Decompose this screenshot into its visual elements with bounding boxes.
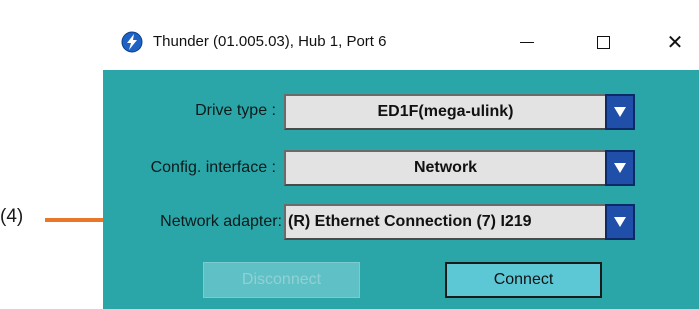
- maximize-button[interactable]: [581, 24, 625, 60]
- annotation-label: (4): [0, 206, 24, 227]
- screenshot-stage: (4) Thunder (01.005.03), Hub 1, Port 6 ✕: [0, 0, 699, 309]
- config-interface-value: Network: [413, 159, 478, 176]
- connect-button[interactable]: Connect: [445, 262, 602, 298]
- title-bar[interactable]: Thunder (01.005.03), Hub 1, Port 6 ✕: [103, 14, 699, 70]
- drive-type-label: Drive type :: [195, 102, 276, 119]
- network-adapter-value: (R) Ethernet Connection (7) I219: [288, 213, 532, 230]
- network-adapter-label: Network adapter:: [160, 213, 282, 230]
- close-icon: ✕: [666, 30, 684, 54]
- minimize-icon: [520, 41, 534, 43]
- minimize-button[interactable]: [505, 24, 549, 60]
- window-title: Thunder (01.005.03), Hub 1, Port 6: [153, 33, 387, 50]
- network-adapter-dropdown[interactable]: (R) Ethernet Connection (7) I219: [284, 204, 635, 240]
- thunder-window: Thunder (01.005.03), Hub 1, Port 6 ✕ Dri…: [103, 14, 699, 309]
- drive-type-dropdown[interactable]: ED1F(mega-ulink): [284, 94, 635, 130]
- dropdown-arrow-button[interactable]: [605, 204, 635, 240]
- config-interface-dropdown[interactable]: Network: [284, 150, 635, 186]
- window-content: Drive type : ED1F(mega-ulink) Config. in…: [103, 70, 699, 309]
- chevron-down-icon: [614, 163, 626, 173]
- maximize-icon: [596, 35, 610, 49]
- chevron-down-icon: [614, 107, 626, 117]
- dropdown-arrow-button[interactable]: [605, 94, 635, 130]
- disconnect-button[interactable]: Disconnect: [203, 262, 360, 298]
- drive-type-value: ED1F(mega-ulink): [377, 103, 514, 120]
- lightning-bolt-icon: [121, 31, 143, 53]
- close-button[interactable]: ✕: [653, 24, 697, 60]
- chevron-down-icon: [614, 217, 626, 227]
- config-interface-label: Config. interface :: [150, 159, 276, 176]
- dropdown-arrow-button[interactable]: [605, 150, 635, 186]
